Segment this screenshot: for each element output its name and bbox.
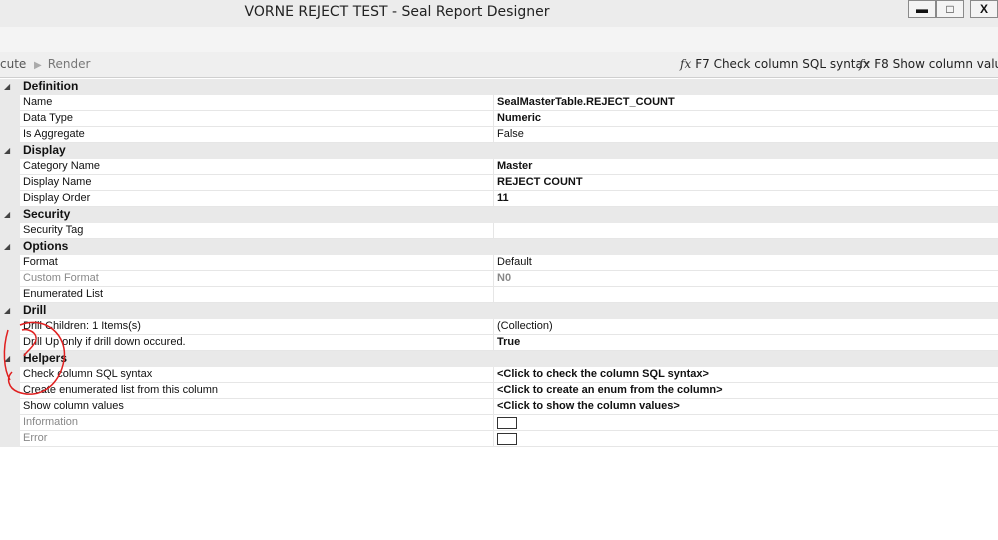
property-value: N0 [497,272,512,284]
property-value[interactable]: SealMasterTable.REJECT_COUNT [497,95,675,110]
property-value[interactable]: Master [497,159,532,174]
red-annotation-scribble [3,321,66,395]
information-box[interactable] [497,417,517,429]
render-label: Render [47,57,91,71]
toolbar: cute ▶ Render fx F7 Check column SQL synta… [0,52,998,78]
property-row-data-type[interactable]: Data Type Numeric [0,111,998,127]
category-definition[interactable]: ◢ Definition [0,79,998,95]
property-value[interactable]: True [497,335,520,350]
render-button[interactable]: ▶ Render [34,57,90,71]
property-row-show-values[interactable]: Show column values <Click to show the co… [0,399,998,415]
title-bar: VORNE REJECT TEST - Seal Report Designer… [0,0,998,27]
collapse-icon[interactable]: ◢ [4,143,10,158]
property-value[interactable]: REJECT COUNT [497,175,583,190]
execute-button[interactable]: cute [0,57,26,71]
show-values-action[interactable]: <Click to show the column values> [497,399,680,414]
error-box[interactable] [497,433,517,445]
category-display[interactable]: ◢ Display [0,143,998,159]
collapse-icon[interactable]: ◢ [4,239,10,254]
check-sql-button[interactable]: fx F7 Check column SQL syntax [680,57,870,71]
category-security[interactable]: ◢ Security [0,207,998,223]
property-row-enumerated-list[interactable]: Enumerated List [0,287,998,303]
category-drill[interactable]: ◢ Drill [0,303,998,319]
menu-band [0,27,998,52]
play-icon: ▶ [34,60,42,71]
property-row-security-tag[interactable]: Security Tag [0,223,998,239]
category-helpers[interactable]: ◢ Helpers [0,351,998,367]
collapse-icon[interactable]: ◢ [4,207,10,222]
property-row-create-enum[interactable]: Create enumerated list from this column … [0,383,998,399]
function-icon: fx [680,57,692,71]
property-grid: ◢ Definition Name SealMasterTable.REJECT… [0,79,998,447]
show-values-button[interactable]: fxF8 Show column values [859,57,998,71]
check-sql-action[interactable]: <Click to check the column SQL syntax> [497,367,709,382]
property-value[interactable]: Numeric [497,111,541,126]
property-row-drill-up[interactable]: Drill Up only if drill down occured. Tru… [0,335,998,351]
create-enum-action[interactable]: <Click to create an enum from the column… [497,383,723,398]
property-row-name[interactable]: Name SealMasterTable.REJECT_COUNT [0,95,998,111]
property-row-drill-children[interactable]: Drill Children: 1 Items(s) (Collection) [0,319,998,335]
collapse-icon[interactable]: ◢ [4,79,10,94]
show-values-label: F8 Show column values [874,57,998,71]
property-row-custom-format[interactable]: Custom Format N0 [0,271,998,287]
close-button[interactable]: X [970,0,998,18]
property-row-is-aggregate[interactable]: Is Aggregate False [0,127,998,143]
property-row-information[interactable]: Information [0,415,998,431]
window-title: VORNE REJECT TEST - Seal Report Designer [244,4,550,20]
property-row-display-name[interactable]: Display Name REJECT COUNT [0,175,998,191]
check-sql-label: F7 Check column SQL syntax [695,57,870,71]
property-value[interactable]: Default [497,255,532,270]
property-value[interactable]: False [497,127,524,142]
property-row-category-name[interactable]: Category Name Master [0,159,998,175]
property-value[interactable]: 11 [497,191,509,206]
minimize-button[interactable]: ▬ [908,0,936,18]
category-options[interactable]: ◢ Options [0,239,998,255]
property-row-error[interactable]: Error [0,431,998,447]
property-row-format[interactable]: Format Default [0,255,998,271]
property-value[interactable]: (Collection) [497,319,553,334]
property-row-check-sql[interactable]: Check column SQL syntax <Click to check … [0,367,998,383]
property-row-display-order[interactable]: Display Order 11 [0,191,998,207]
function-icon: fx [859,57,871,71]
maximize-button[interactable]: □ [936,0,964,18]
